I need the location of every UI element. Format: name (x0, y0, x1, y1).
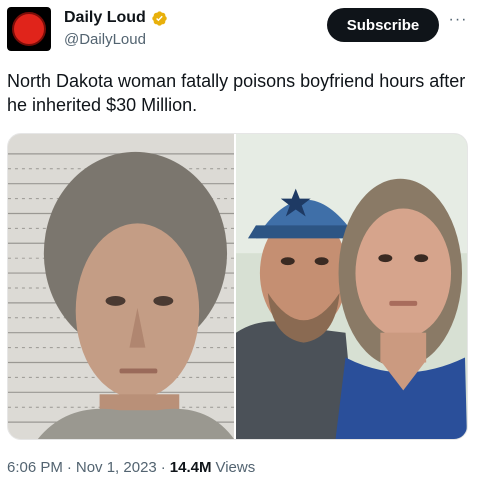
verified-badge-icon (152, 10, 167, 26)
more-options-icon[interactable]: ··· (447, 12, 469, 34)
media-grid (7, 133, 468, 440)
tweet-date[interactable]: Nov 1, 2023 (76, 459, 157, 476)
couple-image (236, 134, 467, 439)
mugshot-photo[interactable] (8, 134, 235, 439)
views-count: 14.4M (169, 459, 212, 476)
avatar[interactable] (7, 7, 51, 51)
display-name[interactable]: Daily Loud (64, 9, 146, 27)
tweet-text: North Dakota woman fatally poisons boyfr… (7, 71, 466, 115)
tweet-time[interactable]: 6:06 PM (7, 459, 63, 476)
subscribe-button[interactable]: Subscribe (327, 8, 439, 42)
handle[interactable]: @DailyLoud (64, 31, 146, 48)
meta-separator: · (160, 459, 166, 476)
author-name-row: Daily Loud (64, 9, 168, 27)
tweet-meta: 6:06 PM · Nov 1, 2023 · 14.4M Views (7, 459, 255, 476)
views-label: Views (215, 459, 256, 476)
mugshot-image (8, 134, 235, 439)
daily-loud-logo (12, 12, 46, 46)
couple-photo[interactable] (236, 134, 467, 439)
meta-separator: · (66, 459, 72, 476)
